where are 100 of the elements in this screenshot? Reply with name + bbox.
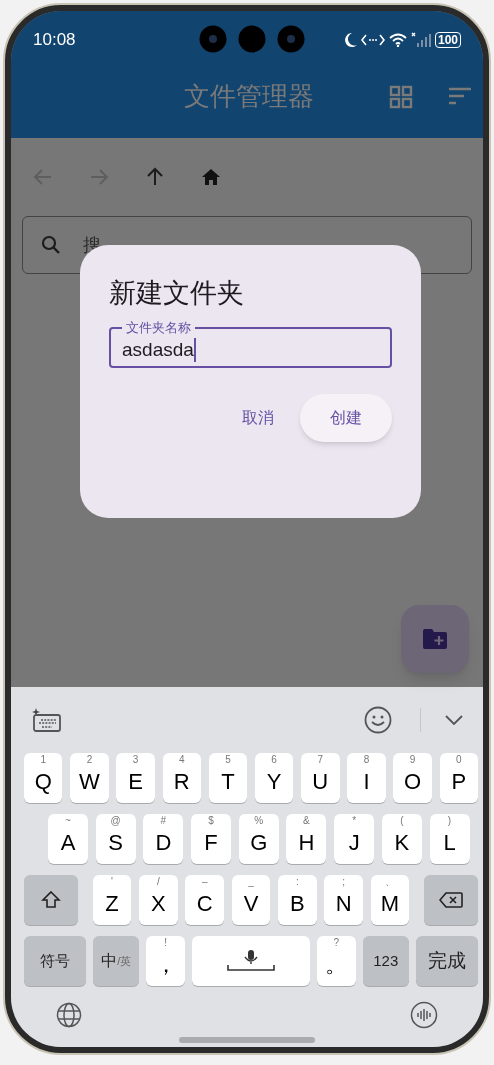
field-label: 文件夹名称 [125,319,192,337]
key-hint: ; [341,876,347,888]
key-background[interactable]: % G [238,814,279,864]
key-background[interactable]: 9 O [393,753,432,803]
key-hint: & [302,815,311,827]
key-letter: 。 [325,953,348,977]
key-background[interactable]: : B [278,875,317,925]
key-letter: J [348,831,360,855]
key-background[interactable]: ) L [429,814,470,864]
key-hint: 8 [362,754,371,766]
key-background[interactable]: 3 E [116,753,155,803]
key-letter: C [196,892,213,916]
key-letter: H [298,831,315,855]
key-hint: 4 [177,754,186,766]
key-background[interactable]: 8 I [347,753,386,803]
key-background[interactable]: _ V [231,875,271,925]
key-background[interactable]: 0 P [439,753,479,803]
key-background[interactable]: 6 Y [254,753,294,803]
key-letter: ， [154,953,177,977]
key-hint: # [159,815,168,827]
up-arrow-icon[interactable] [145,167,165,187]
language-key[interactable]: 中/英 [93,936,140,986]
key-background[interactable]: @ S [95,814,136,864]
key-hint: @ [109,815,122,827]
key-background[interactable]: $ F [191,814,232,864]
folder-name-field[interactable]: 文件夹名称 asdasda [109,319,392,368]
folder-plus-icon [423,629,447,649]
key-hint: ' [110,876,115,888]
key-letter: B [290,892,305,916]
shift-key[interactable] [24,875,79,925]
key-background[interactable]: * J [334,814,375,864]
new-folder-button[interactable] [401,605,469,673]
key-background[interactable]: / X [139,875,178,925]
cancel-button[interactable]: 取消 [232,394,284,442]
key-background[interactable]: 2 W [70,753,109,803]
field-value: asdasda [122,337,194,362]
key-hint: 5 [224,754,232,766]
key-background[interactable]: ! ， [146,936,186,986]
key-letter: O [404,770,422,794]
key-letter: U [312,770,329,794]
key-hint: 9 [408,754,417,766]
key-background[interactable]: # D [143,814,184,864]
key-background[interactable]: 4 R [162,753,201,803]
key-hint: 0 [455,754,463,766]
done-key[interactable]: 完成 [415,936,478,986]
shift-icon [41,890,62,910]
collapse-chevron-icon[interactable] [445,715,463,725]
globe-icon[interactable] [56,1002,82,1028]
key-hint: % [253,815,265,827]
function-key[interactable]: 符号 [24,936,87,986]
key-hint: 7 [316,754,325,766]
home-icon[interactable] [201,167,221,187]
key-hint: 2 [85,754,94,766]
key-letter: T [221,770,235,794]
key-letter: D [155,831,172,855]
moon-icon [342,32,357,48]
key-hint: 1 [39,754,47,766]
key-background[interactable]: 5 T [208,753,248,803]
key-background[interactable]: ' Z [92,875,132,925]
key-background[interactable]: 7 U [301,753,340,803]
key-hint: 6 [270,754,278,766]
key-letter: Z [105,892,119,916]
key-background[interactable]: & H [286,814,327,864]
key-letter: R [173,770,190,794]
ai-keyboard-icon[interactable] [31,707,61,733]
search-icon [41,235,61,255]
key-letter: X [151,892,166,916]
create-button[interactable]: 创建 [300,394,392,442]
space-key[interactable] [192,936,310,986]
signal-icon [410,32,431,48]
key-letter: K [394,831,410,855]
voice-input-icon[interactable] [410,1001,438,1029]
key-background[interactable]: ~ A [48,814,88,864]
key-letter: P [451,770,467,794]
key-background[interactable]: 、 M [370,875,410,925]
key-letter: M [380,892,400,916]
microphone-space-icon [227,949,275,973]
delete-key[interactable] [423,875,479,925]
key-letter: L [443,831,456,855]
key-letter: Q [34,770,52,794]
key-background[interactable]: ; N [324,875,363,925]
key-hint: / [156,876,161,888]
key-hint: _ [247,876,255,888]
data-transfer-icon [360,33,385,47]
function-key[interactable]: 123 [362,936,409,986]
key-letter: Y [266,770,282,794]
key-letter: F [204,831,218,855]
text-cursor [193,338,196,362]
status-time: 10:08 [33,29,76,52]
key-background[interactable]: – C [185,875,224,925]
key-hint: 3 [131,754,140,766]
key-hint: ~ [64,815,72,827]
key-hint: ( [399,815,405,827]
emoji-icon[interactable] [364,706,392,734]
key-hint: ! [163,937,168,949]
key-hint: – [200,876,209,888]
key-background[interactable]: 1 Q [24,753,63,803]
key-background[interactable]: ( K [381,814,422,864]
key-hint: * [351,815,358,827]
key-background[interactable]: ? 。 [316,936,356,986]
